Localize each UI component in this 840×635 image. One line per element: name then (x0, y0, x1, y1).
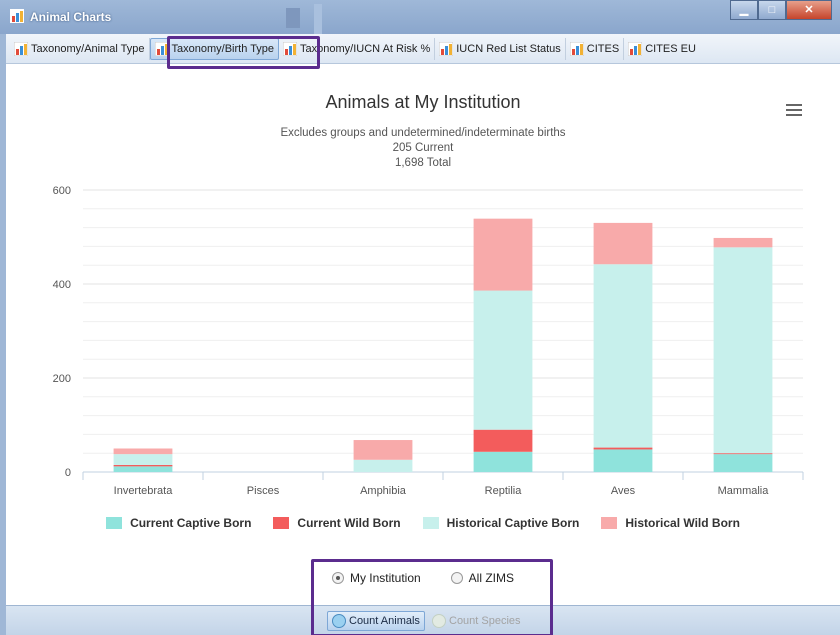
chart-app-icon (10, 9, 24, 23)
bar-segment (713, 454, 773, 472)
titlebar-artifact (286, 8, 300, 28)
minimize-button[interactable]: ▁ (730, 0, 758, 20)
legend-swatch (601, 517, 618, 529)
legend-item[interactable]: Historical Wild Born (601, 516, 740, 530)
bar-segment (113, 464, 173, 467)
chart-tabs-toolbar: Taxonomy/Animal Type Taxonomy/Birth Type T… (6, 34, 840, 64)
window-controls: ▁ □ ✕ (730, 0, 832, 20)
tab-label: CITES EU (645, 42, 696, 55)
legend-swatch (273, 517, 290, 529)
species-icon (432, 614, 446, 628)
bar-segment (113, 466, 173, 472)
chart-tab-icon (154, 41, 169, 56)
bar-segment (593, 449, 653, 472)
bar-segment (113, 448, 173, 455)
radio-dot (450, 572, 463, 584)
bar-segment (473, 218, 533, 291)
legend-label: Current Captive Born (130, 516, 252, 530)
bar-segment (593, 447, 653, 450)
bottom-toolbar: Count Animals Count Species (6, 605, 840, 635)
tab-label: CITES (586, 42, 620, 55)
title-bar: Animal Charts ▁ □ ✕ (0, 0, 840, 34)
radio-label: My Institution (349, 571, 421, 585)
chart-tab-icon (14, 41, 28, 56)
tab-label: IUCN Red List Status (456, 42, 561, 55)
bar-segment (713, 237, 773, 248)
count-animals-label: Count Animals (349, 615, 420, 627)
bar-segment (353, 459, 413, 472)
window-title: Animal Charts (30, 10, 112, 24)
legend-swatch (106, 517, 123, 529)
chart-legend: Current Captive Born Current Wild Born His… (6, 516, 840, 530)
x-tick-label: Pisces (247, 485, 280, 497)
y-tick-label: 400 (53, 279, 71, 291)
x-tick-label: Reptilia (485, 485, 523, 497)
tab-taxonomy-birth-type[interactable]: Taxonomy/Birth Type (149, 37, 280, 60)
animal-charts-window: Animal Charts ▁ □ ✕ Taxonomy/Animal Type… (0, 0, 840, 635)
tab-label: Taxonomy/Birth Type (171, 42, 275, 55)
tab-taxonomy-animal-type[interactable]: Taxonomy/Animal Type (10, 37, 150, 60)
chart-tab-icon (569, 41, 584, 56)
maximize-button[interactable]: □ (758, 0, 786, 20)
bar-segment (593, 222, 653, 265)
tab-cites[interactable]: CITES (566, 37, 625, 60)
count-animals-button[interactable]: Count Animals (327, 611, 425, 631)
chart-tab-icon (283, 41, 298, 56)
scope-radio-group: My Institution All ZIMS (6, 571, 840, 585)
tab-iucn-red-list-status[interactable]: IUCN Red List Status (435, 37, 566, 60)
bar-segment (353, 440, 413, 460)
bar-segment (113, 454, 173, 465)
bar-segment (473, 451, 533, 472)
chart-panel: Animals at My Institution Excludes group… (6, 64, 840, 605)
tab-cites-eu[interactable]: CITES EU (624, 38, 700, 60)
legend-item[interactable]: Historical Captive Born (422, 516, 580, 530)
x-tick-label: Amphibia (360, 485, 407, 497)
radio-label: All ZIMS (468, 571, 515, 585)
radio-all-zims[interactable]: All ZIMS (450, 571, 515, 585)
legend-label: Historical Captive Born (446, 516, 580, 530)
stacked-bar-chart: 0 200 400 600 Invertebrata Pisces Amphibia Rept… (53, 185, 804, 497)
x-tick-label: Aves (611, 485, 636, 497)
y-tick-label: 200 (53, 373, 71, 385)
legend-label: Current Wild Born (297, 516, 401, 530)
animals-icon (332, 614, 346, 628)
y-tick-label: 0 (65, 467, 71, 479)
x-tick-label: Invertebrata (114, 485, 174, 497)
close-button[interactable]: ✕ (786, 0, 832, 20)
bar-segment (473, 290, 533, 430)
legend-item[interactable]: Current Wild Born (273, 516, 401, 530)
x-tick-label: Mammalia (718, 485, 770, 497)
legend-label: Historical Wild Born (625, 516, 740, 530)
bar-segment (473, 429, 533, 452)
count-species-button[interactable]: Count Species (428, 611, 525, 631)
radio-my-institution[interactable]: My Institution (331, 571, 421, 585)
bar-segment (713, 453, 773, 455)
tab-label: Taxonomy/IUCN At Risk % (300, 42, 431, 55)
bar-segment (713, 247, 773, 454)
bar-segment (593, 264, 653, 448)
chart-tab-icon (628, 41, 643, 56)
y-tick-label: 600 (53, 185, 71, 197)
tab-taxonomy-iucn-at-risk-[interactable]: Taxonomy/IUCN At Risk % (279, 37, 436, 60)
tab-label: Taxonomy/Animal Type (31, 42, 145, 55)
legend-item[interactable]: Current Captive Born (106, 516, 251, 530)
count-species-label: Count Species (449, 615, 521, 627)
radio-dot (331, 572, 344, 584)
legend-swatch (422, 517, 439, 529)
chart-tab-icon (439, 41, 454, 56)
titlebar-artifact (314, 4, 322, 34)
